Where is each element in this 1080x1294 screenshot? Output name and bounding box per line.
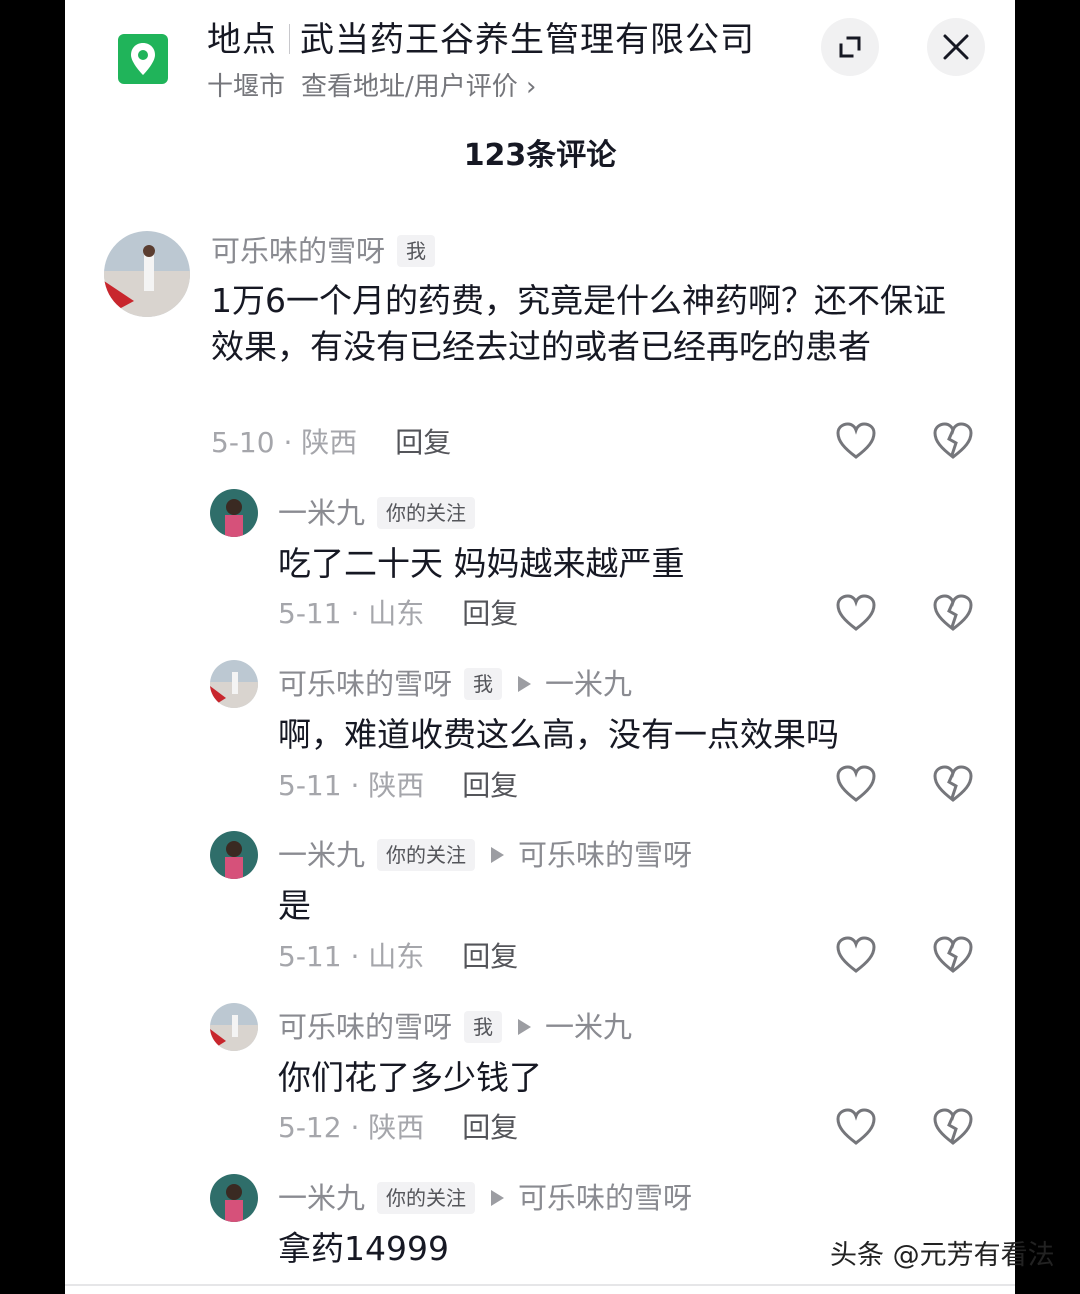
- comment-count-title: 123条评论: [463, 138, 617, 173]
- dislike-broken-heart-icon[interactable]: [933, 594, 973, 632]
- username[interactable]: 可乐味的雪呀: [278, 664, 452, 704]
- reply-button[interactable]: 回复: [395, 426, 451, 459]
- dislike-broken-heart-icon[interactable]: [933, 765, 973, 803]
- date-region: 5-11 · 山东: [278, 940, 425, 973]
- following-badge: 你的关注: [377, 839, 476, 871]
- reply-arrow-icon: [491, 1190, 505, 1206]
- comment-header: 可乐味的雪呀 我 一米九: [278, 1007, 632, 1047]
- reply-button[interactable]: 回复: [462, 1111, 518, 1144]
- avatar[interactable]: [210, 489, 258, 537]
- location-title[interactable]: 地点 武当药王谷养生管理有限公司: [207, 18, 755, 62]
- comment-meta: 5-11 · 山东 回复: [278, 937, 518, 977]
- dislike-broken-heart-icon[interactable]: [933, 936, 973, 974]
- comment-text: 吃了二十天 妈妈越来越严重: [278, 544, 685, 583]
- reply-to-username[interactable]: 一米九: [545, 1007, 632, 1047]
- date-region: 5-11 · 陕西: [278, 769, 425, 802]
- comment-meta: 5-10 · 陕西 回复: [211, 423, 451, 463]
- self-badge: 我: [464, 1011, 503, 1043]
- comment-header: 可乐味的雪呀 我 一米九: [278, 664, 632, 704]
- divider: [65, 1284, 1015, 1286]
- city-label: 十堰市: [207, 72, 286, 102]
- title-divider: [289, 24, 290, 54]
- following-badge: 你的关注: [377, 1182, 476, 1214]
- reply-arrow-icon: [518, 1019, 532, 1035]
- date-region: 5-11 · 山东: [278, 597, 425, 630]
- reply-button[interactable]: 回复: [462, 597, 518, 630]
- username[interactable]: 可乐味的雪呀: [211, 231, 385, 271]
- comment-text: 你们花了多少钱了: [278, 1058, 542, 1097]
- reply-to-username[interactable]: 可乐味的雪呀: [518, 1178, 692, 1218]
- username[interactable]: 一米九: [278, 493, 365, 533]
- date-region: 5-12 · 陕西: [278, 1111, 425, 1144]
- dislike-broken-heart-icon[interactable]: [933, 422, 973, 460]
- avatar[interactable]: [210, 831, 258, 879]
- like-heart-icon[interactable]: [836, 1108, 876, 1146]
- business-name: 武当药王谷养生管理有限公司: [300, 20, 755, 60]
- close-button[interactable]: [927, 18, 985, 76]
- comment-header: 一米九 你的关注 可乐味的雪呀: [278, 1178, 692, 1218]
- comment-text: 啊，难道收费这么高，没有一点效果吗: [278, 715, 839, 754]
- reply-arrow-icon: [491, 847, 505, 863]
- like-heart-icon[interactable]: [836, 422, 876, 460]
- avatar[interactable]: [104, 231, 190, 317]
- date-region: 5-10 · 陕西: [211, 426, 358, 459]
- like-heart-icon[interactable]: [836, 594, 876, 632]
- avatar[interactable]: [210, 660, 258, 708]
- reply-arrow-icon: [518, 676, 532, 692]
- comments-panel: 地点 武当药王谷养生管理有限公司 十堰市 查看地址/用户评价 › 123条评论 可乐…: [65, 0, 1015, 1294]
- comment-meta: 5-11 · 陕西 回复: [278, 766, 518, 806]
- close-icon: [943, 34, 969, 60]
- comment-text: 是: [278, 886, 311, 925]
- self-badge: 我: [397, 235, 436, 267]
- location-subtitle[interactable]: 十堰市 查看地址/用户评价 ›: [207, 68, 536, 106]
- reply-button[interactable]: 回复: [462, 940, 518, 973]
- username[interactable]: 一米九: [278, 835, 365, 875]
- comment-meta: 5-12 · 陕西 回复: [278, 1108, 518, 1148]
- watermark: 头条 @元芳有看法: [830, 1240, 1055, 1271]
- avatar[interactable]: [210, 1003, 258, 1051]
- self-badge: 我: [464, 668, 503, 700]
- following-badge: 你的关注: [377, 497, 476, 529]
- username[interactable]: 一米九: [278, 1178, 365, 1218]
- avatar[interactable]: [210, 1174, 258, 1222]
- expand-icon: [839, 36, 861, 58]
- view-details-link[interactable]: 查看地址/用户评价 ›: [301, 72, 536, 102]
- comment-text: 拿药14999: [278, 1229, 449, 1268]
- comment-header: 一米九 你的关注 可乐味的雪呀: [278, 835, 692, 875]
- comment-header: 可乐味的雪呀 我: [211, 231, 436, 271]
- comment-text: 1万6一个月的药费，究竟是什么神药啊？还不保证效果，有没有已经去过的或者已经再吃…: [211, 281, 946, 366]
- expand-button[interactable]: [821, 18, 879, 76]
- reply-button[interactable]: 回复: [462, 769, 518, 802]
- like-heart-icon[interactable]: [836, 936, 876, 974]
- comment-meta: 5-11 · 山东 回复: [278, 594, 518, 634]
- location-pin-icon: [118, 34, 168, 84]
- reply-to-username[interactable]: 可乐味的雪呀: [518, 835, 692, 875]
- like-heart-icon[interactable]: [836, 765, 876, 803]
- dislike-broken-heart-icon[interactable]: [933, 1108, 973, 1146]
- username[interactable]: 可乐味的雪呀: [278, 1007, 452, 1047]
- reply-to-username[interactable]: 一米九: [545, 664, 632, 704]
- location-label: 地点: [207, 20, 277, 60]
- comment-header: 一米九 你的关注: [278, 493, 476, 533]
